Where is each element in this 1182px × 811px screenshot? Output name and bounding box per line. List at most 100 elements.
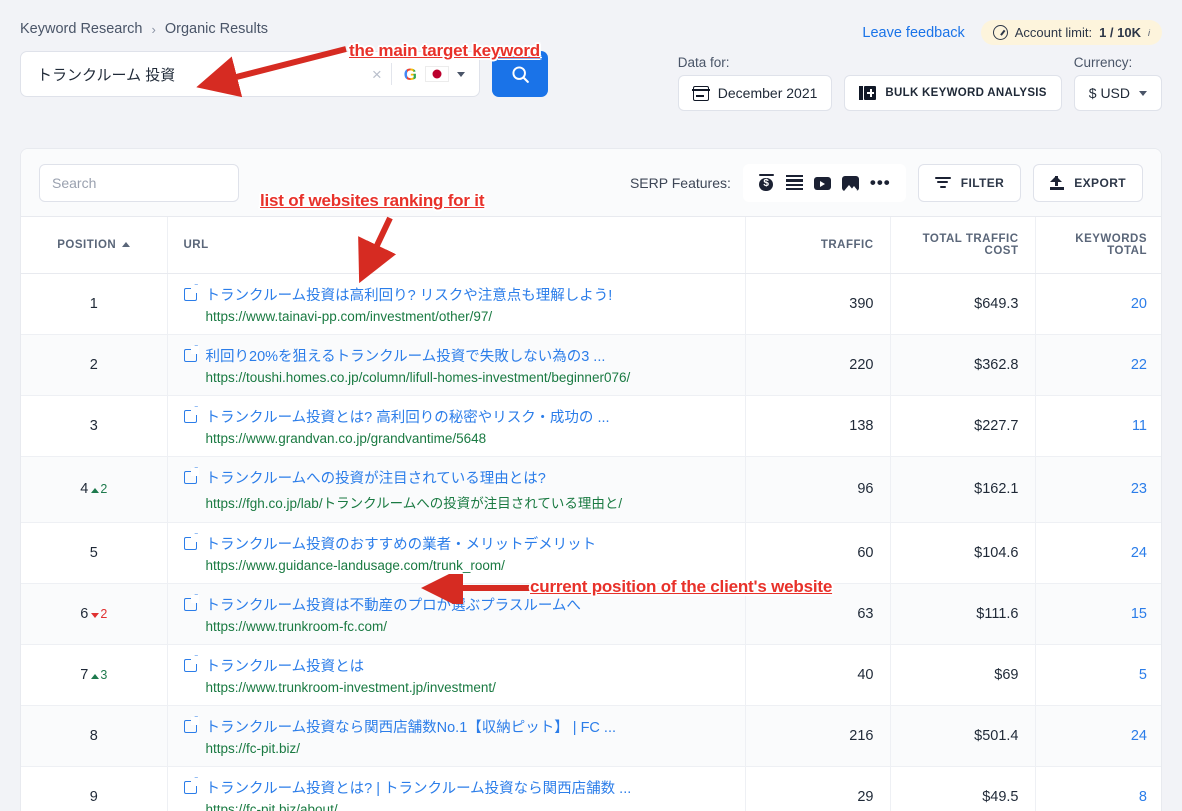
- result-title-link[interactable]: トランクルーム投資のおすすめの業者・メリットデメリット: [206, 533, 597, 554]
- result-title-link[interactable]: トランクルーム投資とは: [206, 655, 365, 676]
- clear-icon[interactable]: ×: [363, 66, 391, 83]
- currency-select[interactable]: $ USD: [1073, 75, 1162, 111]
- external-link-icon[interactable]: [183, 715, 200, 733]
- results-toolbar: SERP Features: $ ••• FILTER EXPORT: [21, 149, 1161, 217]
- result-title-link[interactable]: トランクルーム投資は高利回り? リスクや注意点も理解しよう!: [206, 284, 613, 305]
- result-title-link[interactable]: トランクルームへの投資が注目されている理由とは?: [206, 467, 546, 488]
- table-row[interactable]: 5 トランクルーム投資のおすすめの業者・メリットデメリット https://www.…: [21, 522, 1161, 584]
- more-icon[interactable]: •••: [870, 174, 891, 191]
- keywords-total-link[interactable]: 24: [1131, 545, 1147, 561]
- images-icon[interactable]: [841, 175, 859, 191]
- table-row[interactable]: 8 トランクルーム投資なら関西店舗数No.1【収納ピット】 | FC ... htt…: [21, 705, 1161, 767]
- table-row[interactable]: 2 利回り20%を狙えるトランクルーム投資で失敗しない為の3 ... https:/…: [21, 334, 1161, 396]
- result-url-link[interactable]: https://www.tainavi-pp.com/investment/ot…: [184, 309, 729, 324]
- search-icon: [511, 65, 529, 83]
- keywords-total-link[interactable]: 11: [1132, 418, 1147, 434]
- cell-traffic: 138: [745, 395, 891, 457]
- cell-traffic: 96: [745, 456, 891, 523]
- result-title-link[interactable]: 利回り20%を狙えるトランクルーム投資で失敗しない為の3 ...: [206, 345, 606, 366]
- external-link-icon[interactable]: [183, 466, 200, 484]
- cell-keywords-total: 8: [1035, 766, 1161, 811]
- position-delta: 2: [91, 607, 107, 621]
- breadcrumb-current[interactable]: Organic Results: [165, 21, 268, 37]
- search-button[interactable]: [492, 51, 548, 97]
- chevron-down-icon: [457, 71, 465, 77]
- table-row[interactable]: 73 トランクルーム投資とは https://www.trunkroom-inves…: [21, 644, 1161, 706]
- featured-snippet-icon[interactable]: [785, 174, 803, 191]
- search-engine-selector[interactable]: G: [392, 66, 469, 83]
- top-bar: Keyword Research › Organic Results × G L…: [0, 0, 1182, 130]
- result-url-link[interactable]: https://www.trunkroom-fc.com/: [184, 619, 729, 634]
- external-link-icon[interactable]: [183, 654, 200, 672]
- position-value: 5: [89, 544, 98, 561]
- cell-total-traffic-cost: $362.8: [890, 334, 1036, 396]
- result-title-link[interactable]: トランクルーム投資とは? 高利回りの秘密やリスク・成功の ...: [206, 406, 610, 427]
- external-link-icon[interactable]: [183, 593, 200, 611]
- external-link-icon[interactable]: [183, 283, 200, 301]
- table-row[interactable]: 1 トランクルーム投資は高利回り? リスクや注意点も理解しよう! https://w…: [21, 273, 1161, 335]
- google-icon: G: [403, 64, 417, 84]
- export-label: EXPORT: [1074, 175, 1126, 190]
- result-title-link[interactable]: トランクルーム投資とは? | トランクルーム投資なら関西店舗数 ...: [206, 777, 632, 798]
- table-row[interactable]: 62 トランクルーム投資は不動産のプロが選ぶプラスルームへ https://www.…: [21, 583, 1161, 645]
- breadcrumb-root[interactable]: Keyword Research: [20, 21, 143, 37]
- result-url-link[interactable]: https://www.trunkroom-investment.jp/inve…: [184, 680, 729, 695]
- keywords-total-link[interactable]: 23: [1131, 481, 1147, 497]
- serp-features-group: $ •••: [742, 163, 906, 202]
- external-link-icon[interactable]: [183, 776, 200, 794]
- leave-feedback-link[interactable]: Leave feedback: [862, 25, 964, 41]
- keywords-total-link[interactable]: 20: [1131, 296, 1147, 312]
- cell-position: 9: [21, 766, 168, 811]
- cell-keywords-total: 23: [1035, 456, 1161, 523]
- cell-total-traffic-cost: $111.6: [890, 583, 1036, 645]
- result-url-link[interactable]: https://fc-pit.biz/about/: [184, 802, 729, 811]
- arrow-down-icon: [91, 612, 100, 618]
- table-search-box[interactable]: [39, 163, 239, 202]
- export-button[interactable]: EXPORT: [1033, 163, 1143, 202]
- toolbar-right: SERP Features: $ ••• FILTER EXPORT: [630, 163, 1143, 202]
- results-card: SERP Features: $ ••• FILTER EXPORT: [20, 148, 1162, 811]
- search-input[interactable]: [52, 174, 233, 191]
- table-row[interactable]: 9 トランクルーム投資とは? | トランクルーム投資なら関西店舗数 ... http…: [21, 766, 1161, 811]
- keywords-total-link[interactable]: 24: [1131, 728, 1147, 744]
- keyword-input[interactable]: [37, 65, 363, 83]
- external-link-icon[interactable]: [183, 344, 200, 362]
- account-limit-badge[interactable]: Account limit: 1 / 10K i: [980, 20, 1162, 45]
- cell-position: 8: [21, 705, 168, 767]
- filter-button[interactable]: FILTER: [917, 163, 1022, 202]
- keywords-total-link[interactable]: 8: [1139, 789, 1147, 805]
- cell-total-traffic-cost: $227.7: [890, 395, 1036, 457]
- external-link-icon[interactable]: [183, 532, 200, 550]
- video-icon[interactable]: [813, 177, 831, 190]
- column-header-traffic[interactable]: TRAFFIC: [745, 217, 891, 274]
- currency-label: Currency:: [1073, 55, 1133, 70]
- column-header-total-traffic-cost[interactable]: TOTAL TRAFFIC COST: [890, 217, 1036, 274]
- column-header-position[interactable]: POSITION: [21, 217, 168, 274]
- result-url-link[interactable]: https://fgh.co.jp/lab/トランクルームへの投資が注目されてい…: [184, 492, 729, 512]
- column-header-keywords-total[interactable]: KEYWORDS TOTAL: [1035, 217, 1161, 274]
- cell-keywords-total: 5: [1035, 644, 1161, 706]
- data-for-group: Data for: December 2021: [677, 55, 833, 111]
- result-url-link[interactable]: https://www.grandvan.co.jp/grandvantime/…: [184, 431, 729, 446]
- header-right: Leave feedback Account limit: 1 / 10K i …: [677, 0, 1162, 111]
- info-icon[interactable]: i: [1148, 28, 1150, 38]
- position-value: 4: [80, 481, 89, 497]
- keywords-total-link[interactable]: 15: [1131, 606, 1147, 622]
- gauge-icon: [992, 25, 1008, 40]
- result-url-link[interactable]: https://toushi.homes.co.jp/column/lifull…: [184, 370, 729, 385]
- result-title-link[interactable]: トランクルーム投資は不動産のプロが選ぶプラスルームへ: [206, 594, 581, 615]
- column-header-url[interactable]: URL: [167, 217, 746, 274]
- date-picker-button[interactable]: December 2021: [677, 75, 833, 111]
- result-url-link[interactable]: https://fc-pit.biz/: [184, 741, 729, 756]
- keyword-search-box[interactable]: × G: [20, 51, 480, 97]
- position-value: 2: [89, 356, 98, 373]
- result-title-link[interactable]: トランクルーム投資なら関西店舗数No.1【収納ピット】 | FC ...: [206, 716, 617, 737]
- table-row[interactable]: 3 トランクルーム投資とは? 高利回りの秘密やリスク・成功の ... https:/…: [21, 395, 1161, 457]
- result-url-link[interactable]: https://www.guidance-landusage.com/trunk…: [184, 558, 729, 573]
- external-link-icon[interactable]: [183, 405, 200, 423]
- ads-icon[interactable]: $: [758, 174, 775, 191]
- keywords-total-link[interactable]: 22: [1131, 357, 1147, 373]
- keywords-total-link[interactable]: 5: [1139, 667, 1147, 683]
- table-row[interactable]: 42 トランクルームへの投資が注目されている理由とは? https://fgh.co…: [21, 456, 1161, 523]
- bulk-keyword-analysis-button[interactable]: BULK KEYWORD ANALYSIS: [844, 75, 1062, 111]
